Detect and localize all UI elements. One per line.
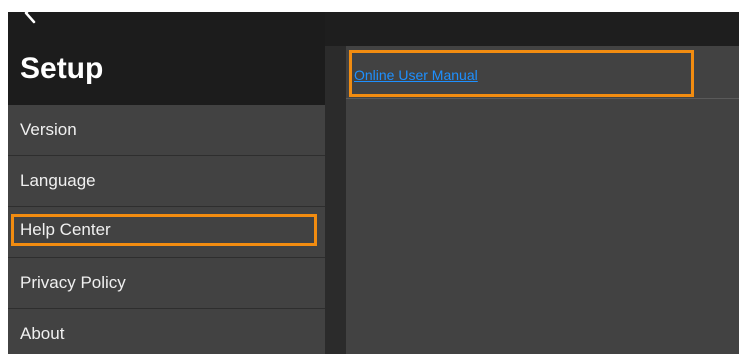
sidebar-item-label: Language (20, 171, 96, 190)
sidebar-item-label: Help Center (20, 220, 111, 239)
sidebar-item-version[interactable]: Version (8, 105, 325, 156)
pane-divider (325, 12, 346, 354)
chevron-left-icon[interactable] (20, 12, 42, 26)
detail-pane: Online User Manual (346, 46, 739, 354)
sidebar-header: Setup (8, 12, 325, 105)
list-item[interactable]: Online User Manual (346, 46, 739, 99)
sidebar-item-label: Version (20, 120, 77, 139)
page-title: Setup (20, 52, 104, 85)
sidebar-menu: Version Language Help Center Privacy Pol… (8, 105, 325, 354)
online-user-manual-link[interactable]: Online User Manual (354, 67, 478, 83)
sidebar-item-help-center[interactable]: Help Center (8, 207, 325, 258)
app-window: Setup Version Language Help Center Priva… (8, 12, 739, 354)
sidebar-item-label: Privacy Policy (20, 273, 126, 292)
detail-header (325, 12, 739, 46)
sidebar-item-label: About (20, 324, 65, 343)
sidebar: Setup Version Language Help Center Priva… (8, 12, 325, 354)
sidebar-item-language[interactable]: Language (8, 156, 325, 207)
sidebar-item-privacy-policy[interactable]: Privacy Policy (8, 258, 325, 309)
sidebar-item-about[interactable]: About (8, 309, 325, 354)
